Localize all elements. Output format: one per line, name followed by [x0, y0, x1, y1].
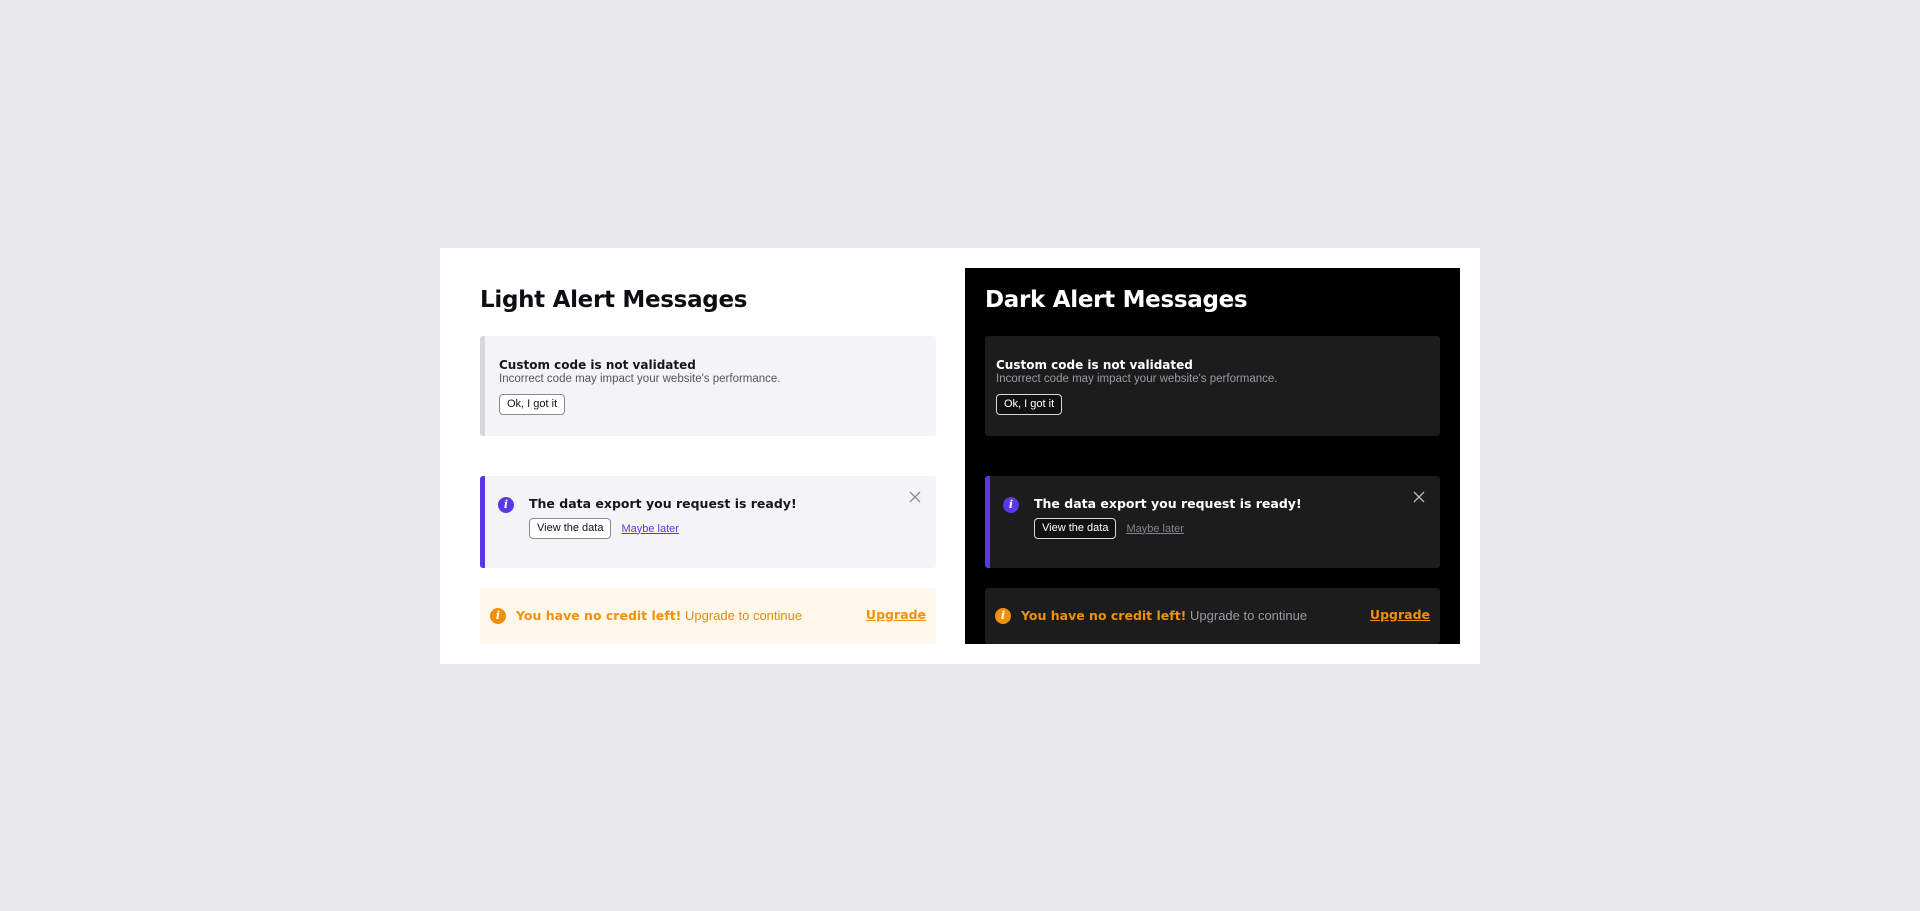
dark-validate-alert: Custom code is not validated Incorrect c…: [985, 336, 1440, 436]
validate-description: Incorrect code may impact your website's…: [499, 373, 781, 385]
warning-icon: i: [490, 608, 506, 624]
close-icon[interactable]: [908, 490, 922, 504]
ok-got-it-button[interactable]: Ok, I got it: [499, 394, 566, 415]
export-title: The data export you request is ready!: [1034, 496, 1302, 511]
view-data-button[interactable]: View the data: [529, 518, 612, 539]
export-actions: View the data Maybe later: [529, 518, 679, 539]
info-icon: i: [498, 497, 514, 513]
maybe-later-link[interactable]: Maybe later: [621, 523, 678, 535]
light-export-alert: i The data export you request is ready! …: [480, 476, 936, 568]
maybe-later-link[interactable]: Maybe later: [1126, 523, 1183, 535]
view-data-button[interactable]: View the data: [1034, 518, 1117, 539]
alerts-card: Light Alert Messages Custom code is not …: [440, 248, 1480, 664]
credit-strong-text: You have no credit left!: [1021, 608, 1187, 623]
light-credit-alert: i You have no credit left! Upgrade to co…: [480, 588, 936, 644]
validate-description: Incorrect code may impact your website's…: [996, 373, 1278, 385]
close-icon[interactable]: [1412, 490, 1426, 504]
dark-credit-alert: i You have no credit left! Upgrade to co…: [985, 588, 1440, 644]
export-title: The data export you request is ready!: [529, 496, 797, 511]
upgrade-link[interactable]: Upgrade: [1370, 607, 1430, 622]
export-actions: View the data Maybe later: [1034, 518, 1184, 539]
credit-sub-text: Upgrade to continue: [685, 608, 803, 623]
credit-message: You have no credit left! Upgrade to cont…: [1021, 608, 1307, 624]
light-panel: Light Alert Messages Custom code is not …: [480, 268, 936, 644]
credit-strong-text: You have no credit left!: [516, 608, 682, 623]
credit-sub-text: Upgrade to continue: [1190, 608, 1308, 623]
validate-title: Custom code is not validated: [499, 358, 696, 372]
ok-got-it-button[interactable]: Ok, I got it: [996, 394, 1063, 415]
dark-export-alert: i The data export you request is ready! …: [985, 476, 1440, 568]
dark-panel: Dark Alert Messages Custom code is not v…: [965, 268, 1460, 644]
info-icon: i: [1003, 497, 1019, 513]
light-validate-alert: Custom code is not validated Incorrect c…: [480, 336, 936, 436]
warning-icon: i: [995, 608, 1011, 624]
upgrade-link[interactable]: Upgrade: [866, 607, 926, 622]
validate-title: Custom code is not validated: [996, 358, 1193, 372]
light-panel-title: Light Alert Messages: [480, 287, 748, 313]
dark-panel-title: Dark Alert Messages: [985, 287, 1248, 313]
credit-message: You have no credit left! Upgrade to cont…: [516, 608, 802, 624]
